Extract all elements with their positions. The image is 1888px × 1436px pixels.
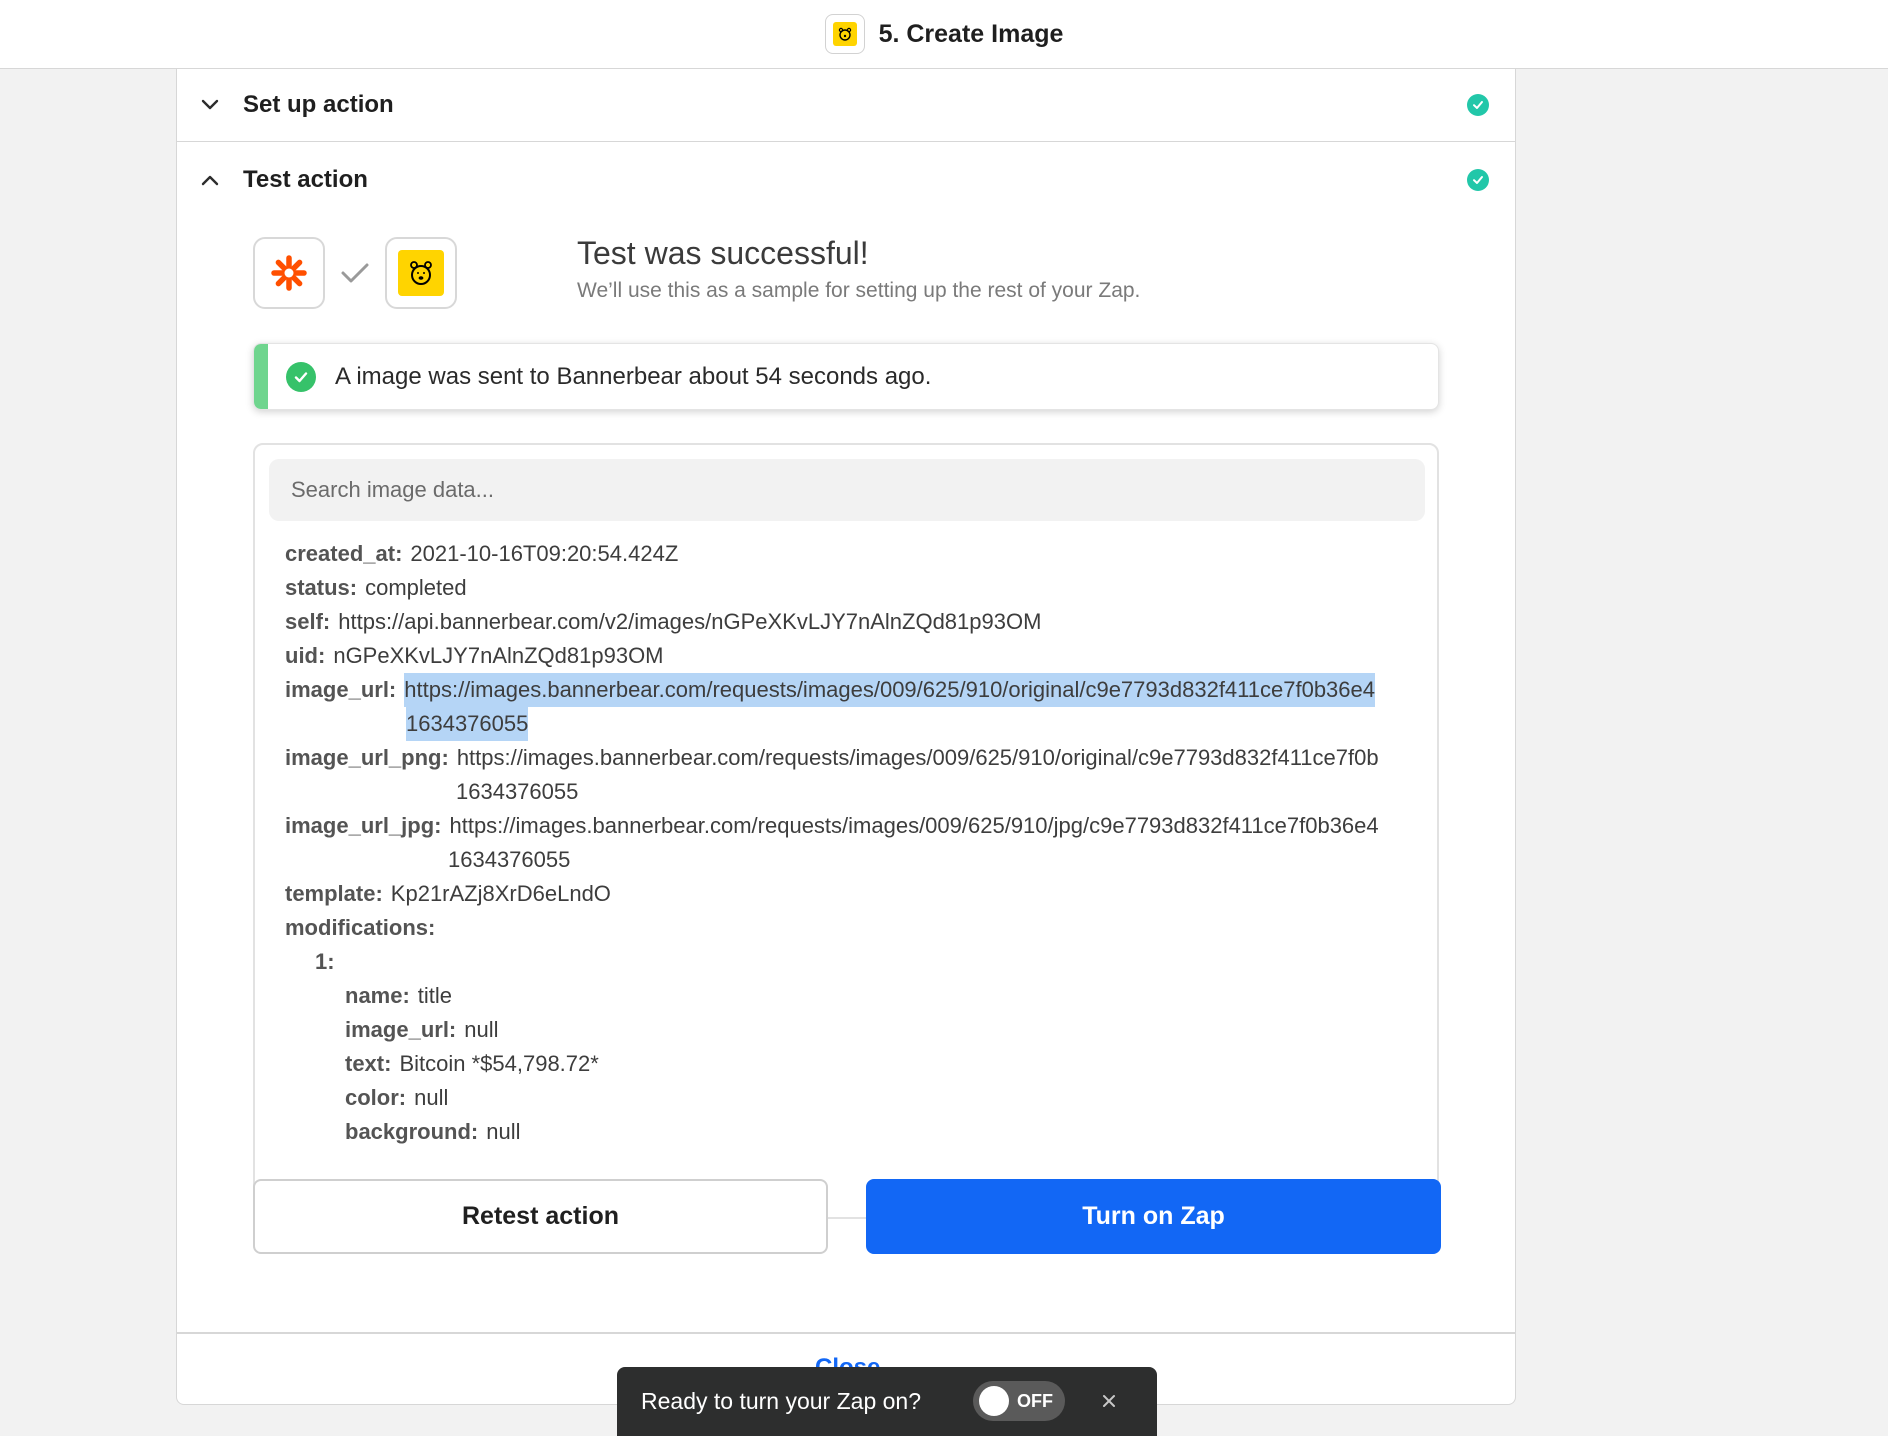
toggle-knob: [979, 1386, 1009, 1416]
field-created-at: created_at: 2021-10-16T09:20:54.424Z: [285, 541, 679, 566]
test-result-heading: Test was successful!: [577, 235, 869, 271]
field-modification-index: 1:: [315, 949, 335, 974]
check-circle-icon: [1467, 168, 1489, 191]
field-status: status: completed: [285, 575, 467, 600]
success-alert: A image was sent to Bannerbear about 54 …: [253, 343, 1439, 410]
image-url-png-value-cont: 1634376055: [456, 779, 579, 804]
toast-message: Ready to turn your Zap on?: [641, 1388, 921, 1414]
step-panel: Set up action Test action Test was succe…: [176, 69, 1516, 1405]
field-self: self: https://api.bannerbear.com/v2/image…: [285, 609, 1042, 634]
field-mod-image-url: image_url: null: [345, 1017, 499, 1042]
image-data-panel[interactable]: created_at:2021-10-16T09:20:54.424Z stat…: [253, 443, 1439, 1219]
chevron-up-icon: [199, 169, 221, 191]
image-url-jpg-value-cont: 1634376055: [448, 847, 571, 872]
toggle-state-label: OFF: [1017, 1390, 1053, 1411]
check-circle-icon: [1467, 94, 1489, 116]
field-image-url-jpg: image_url_jpg: https://images.bannerbear.…: [285, 813, 1379, 838]
field-mod-color: color: null: [345, 1085, 449, 1110]
field-mod-name: name: title: [345, 983, 453, 1008]
alert-message: A image was sent to Bannerbear about 54 …: [335, 362, 932, 390]
retest-action-button[interactable]: Retest action: [253, 1179, 828, 1254]
zapier-asterisk-icon: [253, 237, 325, 309]
step-title: 5. Create Image: [878, 19, 1064, 48]
bannerbear-icon: [824, 14, 865, 54]
alert-accent-bar: [254, 344, 268, 409]
turn-on-zap-button[interactable]: Turn on Zap: [866, 1179, 1441, 1254]
section-label: Set up action: [243, 91, 394, 118]
field-modifications: modifications:: [285, 915, 436, 940]
divider: [177, 1332, 1515, 1334]
section-label: Test action: [243, 165, 368, 193]
field-mod-text: text: Bitcoin *$54,798.72*: [345, 1051, 599, 1076]
search-input[interactable]: [269, 459, 1425, 521]
turn-on-zap-toast: Ready to turn your Zap on? OFF: [617, 1367, 1157, 1436]
field-uid: uid: nGPeXKvLJY7nAlnZQd81p93OM: [285, 643, 664, 668]
field-mod-background: background: null: [345, 1119, 521, 1144]
field-template: template: Kp21rAZj8XrD6eLndO: [285, 881, 611, 906]
image-url-value[interactable]: https://images.bannerbear.com/requests/i…: [404, 673, 1375, 707]
checkmark-icon: [337, 255, 373, 291]
app-connection: [253, 235, 457, 311]
bannerbear-icon: [385, 237, 457, 309]
test-result-subheading: We’ll use this as a sample for setting u…: [577, 279, 1141, 302]
chevron-down-icon: [199, 94, 221, 116]
field-image-url-png: image_url_png: https://images.bannerbear.…: [285, 745, 1379, 770]
section-setup-action[interactable]: Set up action: [177, 69, 1515, 142]
zap-toggle[interactable]: OFF: [973, 1381, 1065, 1421]
check-circle-icon: [286, 361, 316, 392]
top-bar: 5. Create Image: [0, 0, 1888, 69]
image-url-value-cont[interactable]: 1634376055: [406, 707, 529, 741]
section-test-action[interactable]: Test action: [177, 143, 1515, 216]
close-icon[interactable]: [1097, 1389, 1121, 1413]
field-image-url: image_url: https://images.bannerbear.com/…: [285, 673, 1375, 707]
